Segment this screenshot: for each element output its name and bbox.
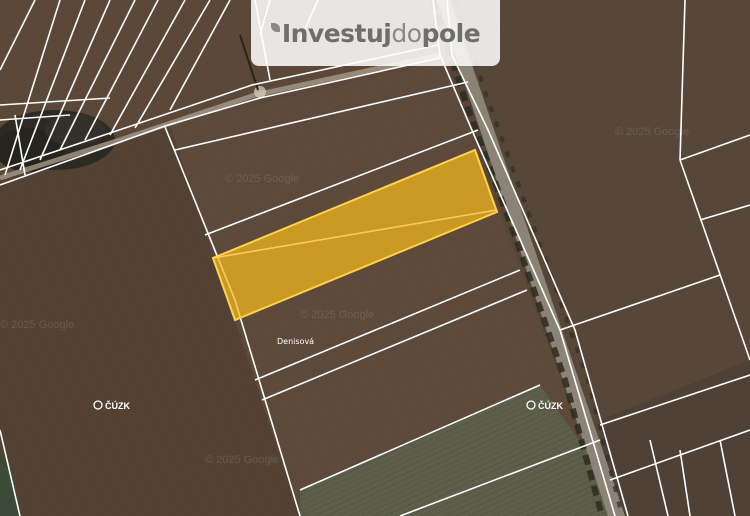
watermark: © 2025 Google	[0, 319, 74, 331]
logo-word-investuj: Investuj	[281, 18, 392, 48]
pole	[254, 86, 266, 98]
watermark: © 2025 Google	[205, 454, 279, 466]
logo-word-do: do	[391, 18, 422, 48]
parcel-label: Denisová	[277, 337, 314, 346]
svg-text:ČÚZK: ČÚZK	[538, 400, 563, 411]
logo-word-pole: pole	[421, 18, 481, 48]
watermark: © 2025 Google	[615, 126, 689, 138]
watermark: © 2025 Google	[300, 309, 374, 321]
watermark: © 2025 Google	[225, 173, 299, 185]
investujdopole-logo: Investuj do pole	[251, 0, 500, 66]
satellite-map[interactable]: © 2025 Google © 2025 Google © 2025 Googl…	[0, 0, 750, 516]
leaf-icon	[270, 22, 280, 32]
svg-text:ČÚZK: ČÚZK	[105, 400, 130, 411]
